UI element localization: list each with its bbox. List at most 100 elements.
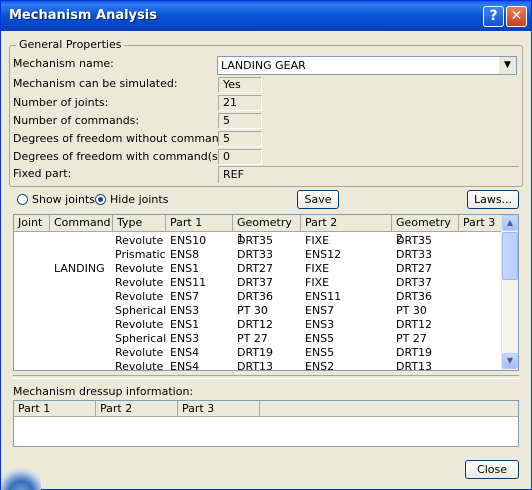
cell-type: Revolute: [115, 346, 164, 359]
cell-part2: ENS12: [305, 248, 342, 261]
cell-part1: ENS8: [170, 248, 200, 261]
cell-type: Spherical: [115, 332, 167, 345]
cell-geometry2: PT 30: [396, 304, 427, 317]
column-header-part1[interactable]: Part 1: [166, 215, 233, 232]
column-header-part2[interactable]: Part 2: [301, 215, 392, 232]
cell-type: Revolute: [115, 318, 164, 331]
dressup-header-part2[interactable]: Part 2: [96, 401, 178, 417]
dof-with-value: 0: [218, 149, 262, 165]
cell-part2: FIXE: [305, 262, 330, 275]
column-header-type[interactable]: Type: [113, 215, 166, 232]
column-header-command[interactable]: Command: [50, 215, 113, 232]
save-button[interactable]: Save: [297, 190, 339, 209]
cell-type: Spherical: [115, 304, 167, 317]
can-simulate-value: Yes: [218, 77, 262, 93]
scrollbar-thumb[interactable]: [502, 232, 518, 280]
cell-part2: ENS2: [305, 360, 335, 371]
cell-geometry1: DRT12: [237, 318, 274, 331]
dof-without-label: Degrees of freedom without command(s):: [13, 132, 244, 145]
column-header-geometry2[interactable]: Geometry 2: [392, 215, 459, 245]
dressup-table[interactable]: Part 1 Part 2 Part 3: [13, 400, 519, 447]
num-joints-label: Number of joints:: [13, 96, 109, 109]
radio-off-icon: [17, 194, 28, 205]
cell-geometry2: DRT13: [396, 360, 433, 371]
table-row[interactable]: LANDING Revolute ENS1 DRT27 FIXE DRT27: [14, 262, 502, 276]
cell-geometry1: DRT19: [237, 346, 274, 359]
table-row[interactable]: Revolute ENS11 DRT37 FIXE DRT37: [14, 276, 502, 290]
cell-part2: FIXE: [305, 234, 330, 247]
laws-button[interactable]: Laws...: [467, 190, 519, 209]
cell-geometry2: DRT35: [396, 234, 433, 247]
cell-type: Revolute: [115, 276, 164, 289]
cell-part2: ENS3: [305, 318, 335, 331]
fixed-part-value: REF: [218, 166, 519, 183]
cell-type: Prismatic: [115, 248, 166, 261]
fixed-part-label: Fixed part:: [13, 167, 72, 180]
scroll-down-arrow-icon[interactable]: ▼: [502, 353, 518, 369]
cell-geometry1: DRT33: [237, 248, 274, 261]
mechanism-name-dropdown[interactable]: LANDING GEAR ▼: [217, 56, 517, 75]
mechanism-name-value: LANDING GEAR: [221, 59, 306, 72]
dof-with-label: Degrees of freedom with command(s):: [13, 150, 226, 163]
cell-geometry2: DRT37: [396, 276, 433, 289]
num-joints-value: 21: [218, 95, 262, 111]
cell-geometry2: PT 27: [396, 332, 427, 345]
joints-table-header: Joint Command Type Part 1 Geometry 1 Par…: [14, 215, 502, 245]
cell-geometry1: DRT37: [237, 276, 274, 289]
mechanism-analysis-dialog: Mechanism Analysis ? ✕ General Propertie…: [0, 0, 532, 490]
cell-part1: ENS4: [170, 346, 200, 359]
close-button[interactable]: Close: [465, 460, 519, 479]
radio-on-icon: [95, 194, 106, 205]
cell-part2: FIXE: [305, 276, 330, 289]
dressup-table-header: Part 1 Part 2 Part 3: [14, 401, 518, 417]
hide-joints-radio[interactable]: Hide joints: [95, 193, 168, 206]
mechanism-name-label: Mechanism name:: [13, 57, 114, 70]
joints-table-scrollbar[interactable]: ▲ ▼: [501, 215, 518, 370]
cell-part2: ENS5: [305, 346, 335, 359]
cell-part2: ENS11: [305, 290, 342, 303]
scroll-up-arrow-icon[interactable]: ▲: [502, 215, 518, 231]
cell-geometry1: DRT27: [237, 262, 274, 275]
cell-type: Revolute: [115, 290, 164, 303]
cell-part1: ENS4: [170, 360, 200, 371]
cell-part1: ENS10: [170, 234, 207, 247]
dof-without-value: 5: [218, 131, 262, 147]
column-header-geometry1[interactable]: Geometry 1: [233, 215, 301, 245]
hide-joints-label: Hide joints: [110, 193, 169, 206]
column-header-part3[interactable]: Part 3: [459, 215, 502, 232]
column-header-joint[interactable]: Joint: [14, 215, 50, 232]
cell-type: Revolute: [115, 262, 164, 275]
show-joints-label: Show joints: [32, 193, 96, 206]
cell-geometry2: DRT27: [396, 262, 433, 275]
dressup-label: Mechanism dressup information:: [13, 385, 194, 398]
cell-geometry1: DRT35: [237, 234, 274, 247]
splitter[interactable]: [13, 375, 519, 379]
num-commands-value: 5: [218, 113, 262, 129]
close-icon[interactable]: ✕: [506, 6, 527, 27]
table-row[interactable]: Revolute ENS10 DRT35 FIXE DRT35: [14, 234, 502, 248]
cell-geometry2: DRT33: [396, 248, 433, 261]
cell-geometry2: DRT12: [396, 318, 433, 331]
cell-geometry1: DRT13: [237, 360, 274, 371]
show-joints-radio[interactable]: Show joints: [17, 193, 95, 206]
chevron-down-icon[interactable]: ▼: [499, 57, 516, 74]
dressup-header-part3[interactable]: Part 3: [178, 401, 260, 417]
help-icon[interactable]: ?: [483, 6, 504, 27]
cell-geometry2: DRT19: [396, 346, 433, 359]
table-row[interactable]: Revolute ENS4 DRT13 ENS2 DRT13: [14, 360, 502, 371]
cell-geometry2: DRT36: [396, 290, 433, 303]
dressup-header-part1[interactable]: Part 1: [14, 401, 96, 417]
cell-command: LANDING: [54, 262, 105, 275]
table-row[interactable]: Revolute ENS4 DRT19 ENS5 DRT19: [14, 346, 502, 360]
table-row[interactable]: Revolute ENS7 DRT36 ENS11 DRT36: [14, 290, 502, 304]
table-row[interactable]: Spherical ENS3 PT 30 ENS7 PT 30: [14, 304, 502, 318]
table-row[interactable]: Revolute ENS1 DRT12 ENS3 DRT12: [14, 318, 502, 332]
table-row[interactable]: Prismatic ENS8 DRT33 ENS12 DRT33: [14, 248, 502, 262]
group-label: General Properties: [16, 38, 125, 51]
cell-geometry1: PT 27: [237, 332, 268, 345]
table-row[interactable]: Spherical ENS3 PT 27 ENS5 PT 27: [14, 332, 502, 346]
joints-table[interactable]: Joint Command Type Part 1 Geometry 1 Par…: [13, 214, 519, 371]
dialog-title: Mechanism Analysis: [9, 8, 157, 23]
cell-part2: ENS5: [305, 332, 335, 345]
title-bar[interactable]: Mechanism Analysis ? ✕: [1, 1, 531, 31]
